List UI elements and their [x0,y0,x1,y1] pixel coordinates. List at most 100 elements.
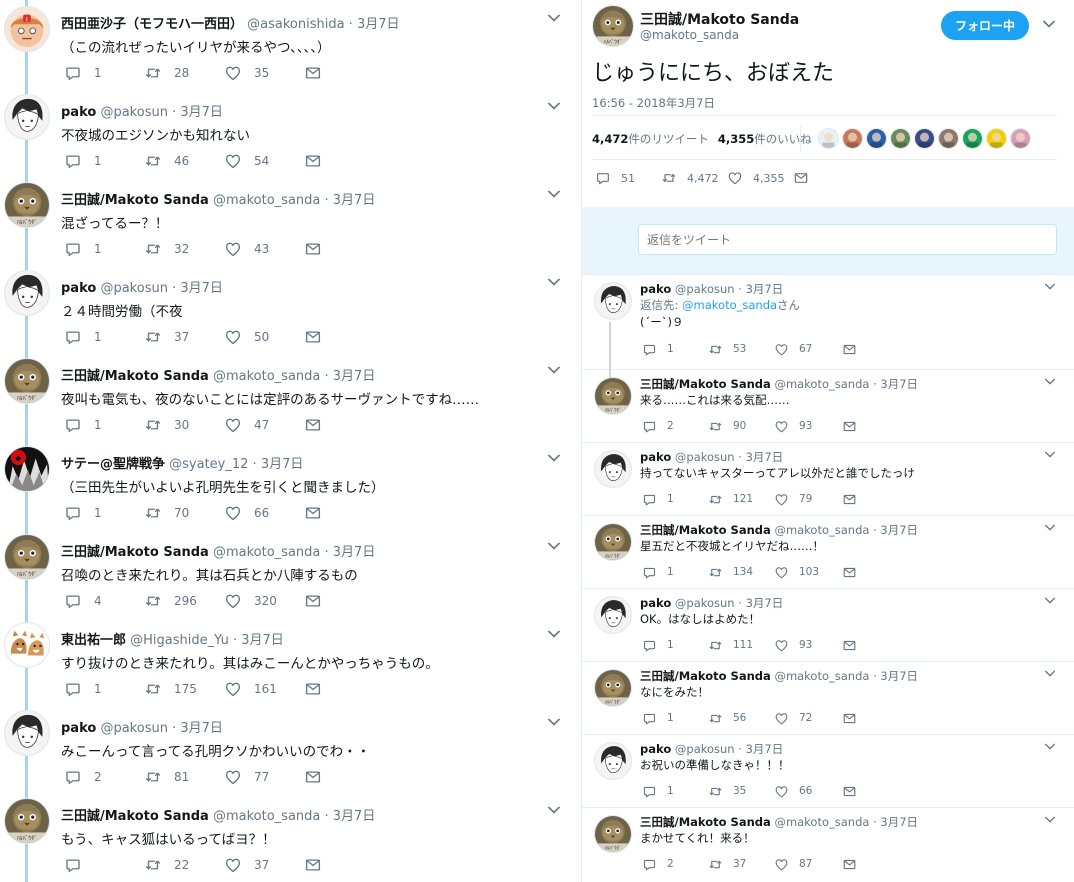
tweet[interactable]: 東出祐一郎 @Higashide_Yu · 3月7日 すり抜けのとき来たれり。其は… [0,616,582,704]
reply-button[interactable]: 1 [64,64,102,82]
tweet[interactable]: pako @pakosun · 3月7日 持ってないキャスターってアレ以外だと誰で… [582,442,1074,515]
direct-message-button[interactable] [304,856,322,874]
liker-avatar[interactable] [890,128,911,149]
liker-avatar[interactable] [842,128,863,149]
author-name[interactable]: 三田誠/Makoto Sanda [640,523,771,537]
retweet-button[interactable]: 32 [144,240,189,258]
author-handle[interactable]: @pakosun [675,450,735,464]
like-button[interactable]: 320 [224,592,277,610]
chevron-down-icon[interactable] [547,629,561,639]
author-name[interactable]: 三田誠/Makoto Sanda [640,377,771,391]
direct-message-button[interactable] [304,592,322,610]
like-button[interactable]: 47 [224,416,269,434]
tweet[interactable]: ﾊﾙﾊﾞｳﾀﾞ 三田誠/Makoto Sanda @makoto_sanda · … [582,369,1074,442]
tweet[interactable]: ﾊﾙﾊﾞｳﾀﾞ 三田誠/Makoto Sanda @makoto_sanda · … [0,176,582,264]
tweet[interactable]: ﾊﾙﾊﾞｳﾀﾞ 三田誠/Makoto Sanda @makoto_sanda · … [0,352,582,440]
author-handle[interactable]: @makoto_sanda [640,28,739,42]
avatar[interactable]: ﾊﾙﾊﾞｳﾀﾞ [594,815,632,853]
chevron-down-icon[interactable] [1044,815,1056,824]
author-name[interactable]: pako [61,721,96,736]
tweet[interactable]: ◆ サテー@聖牌戦争 @syatey_12 · 3月7日 （三田先生がいよいよ孔明先… [0,440,582,528]
author-name[interactable]: 三田誠/Makoto Sanda [640,9,799,29]
avatar[interactable]: ﾊﾙﾊﾞｳﾀﾞ [4,358,50,404]
tweet[interactable]: pako @pakosun · 3月7日 お祝いの準備しなきゃ！！！ 1 35 66 [582,734,1074,807]
direct-message-button[interactable] [304,152,322,170]
avatar[interactable] [4,622,50,668]
author-name[interactable]: pako [640,742,671,756]
chevron-down-icon[interactable] [547,805,561,815]
direct-message-button[interactable] [304,504,322,522]
direct-message-button[interactable] [842,340,857,358]
chevron-down-icon[interactable] [1044,742,1056,751]
tweet-timestamp[interactable]: 16:56 - 2018年3月7日 [592,95,715,111]
reply-button[interactable]: 1 [64,416,102,434]
tweet-date[interactable]: 3月7日 [880,377,918,391]
retweet-button[interactable]: 175 [144,680,197,698]
reply-button[interactable]: 1 [642,563,674,581]
like-button[interactable]: 79 [774,490,812,508]
tweet-date[interactable]: 3月7日 [180,105,223,120]
direct-message-button[interactable] [304,768,322,786]
retweet-button[interactable]: 46 [144,152,189,170]
author-handle[interactable]: @pakosun [675,742,735,756]
tweet-date[interactable]: 3月7日 [333,545,376,560]
tweet[interactable]: pako @pakosun · 3月7日 みこーんって言ってる孔明クソかわいいので… [0,704,582,792]
author-handle[interactable]: @makoto_sanda [774,523,869,537]
author-handle[interactable]: @makoto_sanda [213,369,320,384]
direct-message-button[interactable] [304,64,322,82]
avatar[interactable]: ﾊﾙﾊﾞｳﾀﾞ [594,377,632,415]
retweet-button[interactable]: 111 [708,636,753,654]
tweet-date[interactable]: 3月7日 [880,815,918,829]
author-handle[interactable]: @pakosun [100,721,168,736]
reply-button[interactable]: 1 [64,328,102,346]
retweet-button[interactable]: 56 [708,709,746,727]
tweet-date[interactable]: 3月7日 [261,457,304,472]
direct-message-button[interactable] [842,636,857,654]
retweet-button[interactable]: 28 [144,64,189,82]
chevron-down-icon[interactable] [547,101,561,111]
tweet[interactable]: pako @pakosun · 3月7日 不夜城のエジソンかも知れない 1 46 54 [0,88,582,176]
retweet-button[interactable]: 121 [708,490,753,508]
liker-avatar[interactable] [914,128,935,149]
chevron-down-icon[interactable] [547,717,561,727]
retweet-button[interactable]: 81 [144,768,189,786]
direct-message-button[interactable] [304,680,322,698]
tweet-date[interactable]: 3月7日 [746,282,784,296]
chevron-down-icon[interactable] [1044,450,1056,459]
author-name[interactable]: 三田誠/Makoto Sanda [61,809,209,824]
liker-avatar[interactable] [1010,128,1031,149]
direct-message-button[interactable] [842,782,857,800]
tweet-date[interactable]: 3月7日 [333,809,376,824]
tweet[interactable]: ﾓ 西田亜沙子（モフモハ一西田） @asakonishida · 3月7日 （この流… [0,0,582,88]
author-name[interactable]: 三田誠/Makoto Sanda [61,369,209,384]
direct-message-button[interactable] [842,855,857,873]
tweet-date[interactable]: 3月7日 [746,596,784,610]
avatar[interactable] [594,282,632,320]
author-name[interactable]: pako [640,450,671,464]
reply-button[interactable]: 2 [64,768,102,786]
tweet[interactable]: ﾊﾙﾊﾞｳﾀﾞ 三田誠/Makoto Sanda @makoto_sanda · … [0,528,582,616]
author-name[interactable]: pako [61,281,96,296]
like-button[interactable]: 35 [224,64,269,82]
retweet-button[interactable]: 53 [708,340,746,358]
tweet-date[interactable]: 3月7日 [880,669,918,683]
chevron-down-icon[interactable] [1044,669,1056,678]
tweet-date[interactable]: 3月7日 [333,369,376,384]
chevron-down-icon[interactable] [547,453,561,463]
avatar[interactable]: ﾊﾙﾊﾞｳﾀﾞ [4,182,50,228]
tweet[interactable]: ﾊﾙﾊﾞｳﾀﾞ 三田誠/Makoto Sanda @makoto_sanda · … [582,515,1074,588]
reply-input[interactable] [638,224,1057,255]
liker-avatar[interactable] [818,128,839,149]
author-handle[interactable]: @pakosun [100,281,168,296]
avatar[interactable]: ﾊﾙﾊﾞｳﾀﾞ [4,798,50,844]
direct-message-button[interactable] [304,328,322,346]
author-name[interactable]: 三田誠/Makoto Sanda [61,193,209,208]
retweet-button[interactable]: 30 [144,416,189,434]
reply-button[interactable]: 1 [64,240,102,258]
author-handle[interactable]: @makoto_sanda [774,377,869,391]
tweet-date[interactable]: 3月7日 [746,450,784,464]
direct-message-button[interactable] [842,490,857,508]
retweet-button[interactable]: 134 [708,563,753,581]
reply-button[interactable]: 1 [642,636,674,654]
author-name[interactable]: 三田誠/Makoto Sanda [640,815,771,829]
